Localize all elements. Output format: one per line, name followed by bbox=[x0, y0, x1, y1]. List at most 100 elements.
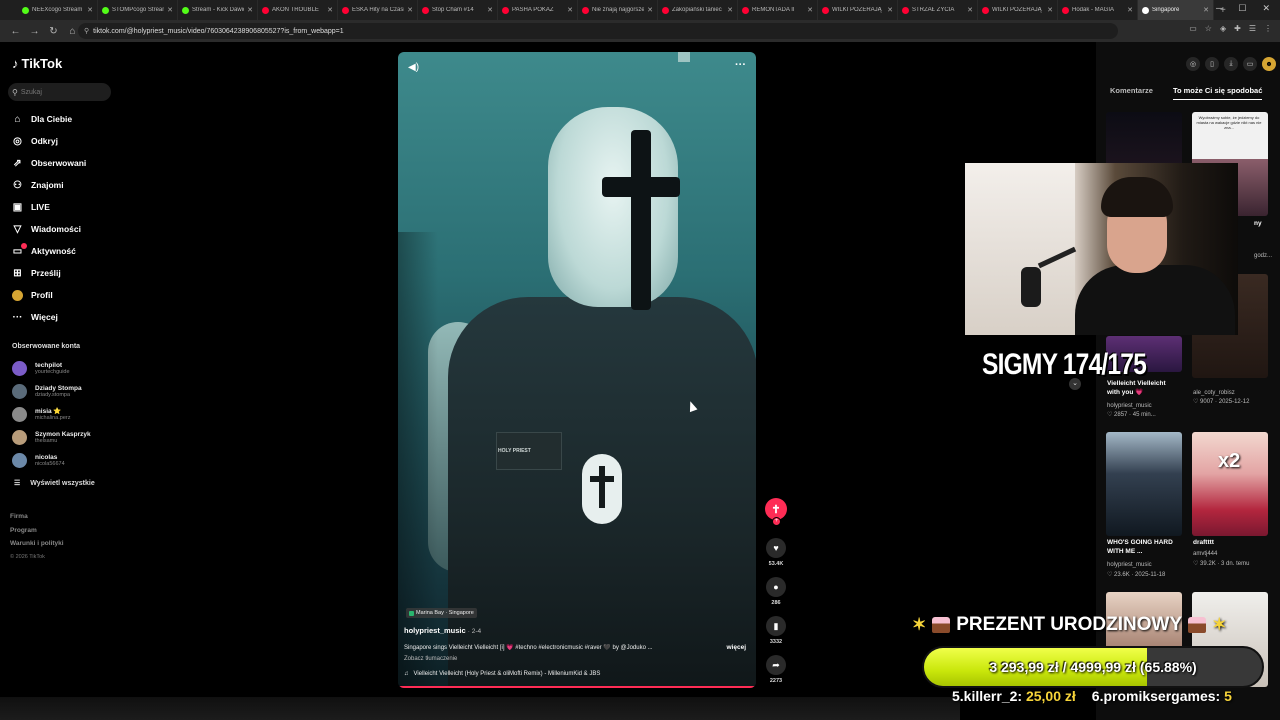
video-player[interactable]: HOLY PRIEST ◀︎) ··· Marina Bay · Singapo… bbox=[398, 52, 756, 688]
tab-comments[interactable]: Komentarze bbox=[1110, 86, 1153, 100]
tab-recommended[interactable]: To może Ci się spodobać bbox=[1172, 86, 1263, 100]
tab-close-icon[interactable]: ✕ bbox=[87, 6, 93, 14]
puzzle-icon[interactable]: ✚ bbox=[1234, 24, 1241, 33]
recommended-video-thumbnail[interactable]: x2 bbox=[1192, 432, 1268, 536]
messages-icon: ▽ bbox=[13, 223, 22, 235]
device-icon[interactable]: ▯ bbox=[1205, 57, 1219, 71]
browser-tab[interactable]: STOMPcogo Stream ✕ bbox=[98, 0, 178, 20]
video-more-icon[interactable]: ··· bbox=[735, 59, 746, 71]
recommended-video-thumbnail[interactable] bbox=[1106, 432, 1182, 536]
followed-account[interactable]: Szymon Kasprzyk thelsamu bbox=[12, 426, 91, 449]
coins-icon[interactable]: ◎ bbox=[1186, 57, 1200, 71]
tab-close-icon[interactable]: ✕ bbox=[1203, 6, 1209, 14]
tiktok-sidebar: ♪ TikTok ⚲ Szukaj ⌂ Dla Ciebie ◎ Odkryj ⇗ Obs… bbox=[0, 42, 122, 720]
sidebar-item-following[interactable]: ⇗ Obserwowani bbox=[12, 152, 86, 174]
donor-entry: 6.promiksergames: 5 bbox=[1092, 688, 1232, 704]
browser-tab[interactable]: ESKA Hity na Czasie ✕ bbox=[338, 0, 418, 20]
site-info-icon[interactable]: ⚲ bbox=[84, 27, 89, 35]
sidebar-item-live[interactable]: ▣ LIVE bbox=[12, 196, 86, 218]
browser-tab[interactable]: Nie znają najgorszego✕ bbox=[578, 0, 658, 20]
footer-link-program[interactable]: Program bbox=[10, 524, 64, 538]
tab-close-icon[interactable]: ✕ bbox=[327, 6, 333, 14]
cast-icon[interactable]: ▭ bbox=[1189, 24, 1197, 33]
tab-title: WILKI POŻERAJĄ bbox=[992, 7, 1042, 13]
chrome-menu-icon[interactable]: ⋮ bbox=[1264, 24, 1272, 33]
tab-close-icon[interactable]: ✕ bbox=[727, 6, 733, 14]
inbox-icon[interactable]: ▭ bbox=[1243, 57, 1257, 71]
video-author[interactable]: holypriest_music · 2-4 bbox=[404, 626, 481, 635]
sidebar-item-compass[interactable]: ◎ Odkryj bbox=[12, 130, 86, 152]
browser-tab[interactable]: STRZAŁ ŻYCIA ✕ bbox=[898, 0, 978, 20]
tab-close-icon[interactable]: ✕ bbox=[647, 6, 653, 14]
like-button[interactable]: ♥ 53.4K bbox=[766, 538, 786, 567]
browser-tab[interactable]: WILKI POŻERAJĄ ✕ bbox=[818, 0, 898, 20]
tab-favicon-icon bbox=[342, 6, 349, 14]
followed-account[interactable]: techpilot yourtechguide bbox=[12, 357, 91, 380]
download-icon[interactable]: ⤓ bbox=[1224, 57, 1238, 71]
follow-plus-button[interactable]: + bbox=[772, 517, 781, 526]
browser-tab[interactable]: REMONTADA II ✕ bbox=[738, 0, 818, 20]
footer-link-company[interactable]: Firma bbox=[10, 510, 64, 524]
caption-more-link[interactable]: więcej bbox=[726, 644, 746, 651]
address-bar[interactable]: ⚲ tiktok.com/@holypriest_music/video/760… bbox=[78, 23, 1118, 39]
browser-tab[interactable]: Zakopiański taniec ✕ bbox=[658, 0, 738, 20]
tiktok-logo[interactable]: ♪ TikTok bbox=[12, 56, 62, 71]
followed-account[interactable]: nicolaѕ nicola56674 bbox=[12, 449, 91, 472]
donor-amount: 25,00 zł bbox=[1025, 688, 1076, 704]
show-all-button[interactable]: ☰ Wyświetl wszystkie bbox=[14, 479, 95, 488]
home-icon: ⌂ bbox=[14, 113, 21, 125]
sidebar-item-more[interactable]: ··· Więcej bbox=[12, 306, 86, 328]
reload-icon[interactable]: ↻ bbox=[44, 26, 63, 37]
followed-account[interactable]: Dziady Stompa dziady.stompa bbox=[12, 380, 91, 403]
minimize-icon[interactable]: ─ bbox=[1216, 3, 1222, 14]
goal-title: PREZENT URODZINOWY bbox=[956, 614, 1183, 635]
search-input[interactable]: ⚲ Szukaj bbox=[8, 83, 111, 101]
tab-close-icon[interactable]: ✕ bbox=[487, 6, 493, 14]
browser-tab[interactable]: WILKI POŻERAJĄ ✕ bbox=[978, 0, 1058, 20]
close-window-icon[interactable]: ✕ bbox=[1262, 3, 1270, 14]
chevron-down-icon[interactable]: ⌄ bbox=[1069, 378, 1081, 390]
video-progress-bar[interactable] bbox=[398, 686, 756, 688]
tab-close-icon[interactable]: ✕ bbox=[1047, 6, 1053, 14]
recommended-title: WHO'S GOING HARD WITH ME ... bbox=[1107, 539, 1173, 555]
tab-close-icon[interactable]: ✕ bbox=[887, 6, 893, 14]
comment-button[interactable]: ● 286 bbox=[766, 577, 786, 606]
footer-link-terms[interactable]: Warunki i polityki bbox=[10, 537, 64, 551]
sidebar-item-activity[interactable]: ▭ Aktywność bbox=[12, 240, 86, 262]
followed-account[interactable]: misia ⭐ michalina.perz bbox=[12, 403, 91, 426]
browser-tab[interactable]: Singapore ✕ bbox=[1138, 0, 1214, 20]
browser-tab[interactable]: NEEXcogo Stream ✕ bbox=[18, 0, 98, 20]
account-handle: thelsamu bbox=[35, 437, 58, 444]
music-info[interactable]: ♫ Vielleicht Vielleicht (Holy Priest & o… bbox=[404, 671, 600, 677]
tab-close-icon[interactable]: ✕ bbox=[567, 6, 573, 14]
sidebar-item-upload[interactable]: ⊞ Prześlij bbox=[12, 262, 86, 284]
sidebar-item-messages[interactable]: ▽ Wiadomości bbox=[12, 218, 86, 240]
translate-link[interactable]: Zobacz tłumaczenie bbox=[404, 656, 457, 662]
maximize-icon[interactable]: ☐ bbox=[1238, 3, 1246, 14]
back-icon[interactable]: ← bbox=[6, 26, 25, 37]
tab-close-icon[interactable]: ✕ bbox=[807, 6, 813, 14]
bookmark-star-icon[interactable]: ☆ bbox=[1205, 24, 1212, 33]
sidebar-item-profile[interactable]: Profil bbox=[12, 284, 86, 306]
profile-menu-icon[interactable]: ☰ bbox=[1249, 24, 1256, 33]
volume-icon[interactable]: ◀︎) bbox=[408, 62, 419, 73]
browser-tab[interactable]: Hodak - MAGIA ✕ bbox=[1058, 0, 1138, 20]
tab-close-icon[interactable]: ✕ bbox=[407, 6, 413, 14]
location-chip[interactable]: Marina Bay · Singapore bbox=[406, 608, 477, 618]
save-button[interactable]: ▮ 3332 bbox=[766, 616, 786, 645]
tab-close-icon[interactable]: ✕ bbox=[167, 6, 173, 14]
tab-close-icon[interactable]: ✕ bbox=[967, 6, 973, 14]
recommended-meta: ♡ 23.6K · 2025-11-18 bbox=[1107, 572, 1166, 578]
browser-tab[interactable]: Stop Cham #14 ✕ bbox=[418, 0, 498, 20]
browser-tab[interactable]: PASHA POKAZ ✕ bbox=[498, 0, 578, 20]
share-button[interactable]: ➦ 2273 bbox=[766, 655, 786, 684]
user-avatar[interactable]: ☻ bbox=[1262, 57, 1276, 71]
browser-tab[interactable]: Stream - Kick Dawid ✕ bbox=[178, 0, 258, 20]
forward-icon[interactable]: → bbox=[25, 26, 44, 37]
tab-close-icon[interactable]: ✕ bbox=[247, 6, 253, 14]
tab-close-icon[interactable]: ✕ bbox=[1127, 6, 1133, 14]
extension-icon[interactable]: ◈ bbox=[1220, 24, 1226, 33]
sidebar-item-friends[interactable]: ⚇ Znajomi bbox=[12, 174, 86, 196]
browser-tab[interactable]: AKON TROUBLE ✕ bbox=[258, 0, 338, 20]
sidebar-item-home[interactable]: ⌂ Dla Ciebie bbox=[12, 108, 86, 130]
